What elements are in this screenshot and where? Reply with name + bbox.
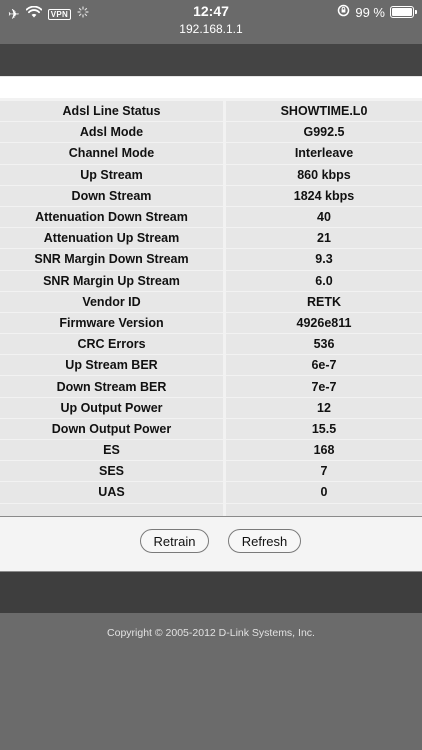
row-label: Attenuation Up Stream xyxy=(0,228,223,249)
row-value: 6e-7 xyxy=(226,355,422,376)
footer: Copyright © 2005-2012 D-Link Systems, In… xyxy=(0,613,422,750)
row-value: 7e-7 xyxy=(226,376,422,397)
row-value: G992.5 xyxy=(226,122,422,143)
button-bar: Retrain Refresh xyxy=(0,516,422,572)
battery-fill xyxy=(392,8,412,16)
table-row: Adsl Mode G992.5 xyxy=(0,122,422,143)
row-value: 15.5 xyxy=(226,418,422,439)
row-label: Channel Mode xyxy=(0,143,223,164)
table-row: Down Stream 1824 kbps xyxy=(0,185,422,206)
row-label: ES xyxy=(0,440,223,461)
table-row: Attenuation Down Stream 40 xyxy=(0,206,422,228)
row-label: Down Stream BER xyxy=(0,376,223,397)
battery-icon xyxy=(390,6,417,18)
row-label: Down Output Power xyxy=(0,418,223,439)
row-value: 4926e811 xyxy=(226,312,422,334)
row-label: Up Stream BER xyxy=(0,355,223,376)
table-row: Up Output Power 12 xyxy=(0,397,422,418)
row-label: Down Stream xyxy=(0,185,223,206)
address-url[interactable]: 192.168.1.1 xyxy=(0,22,422,36)
retrain-button[interactable]: Retrain xyxy=(140,529,209,553)
row-value: 0 xyxy=(226,482,422,503)
table-row: Firmware Version 4926e811 xyxy=(0,312,422,334)
row-value: Interleave xyxy=(226,143,422,164)
row-label: Vendor ID xyxy=(0,291,223,312)
row-label: Up Stream xyxy=(0,164,223,185)
row-value: 168 xyxy=(226,440,422,461)
row-label: Firmware Version xyxy=(0,312,223,334)
row-value: 21 xyxy=(226,228,422,249)
row-value: 860 kbps xyxy=(226,164,422,185)
table-row: Attenuation Up Stream 21 xyxy=(0,228,422,249)
table-row: Down Stream BER 7e-7 xyxy=(0,376,422,397)
status-bar: ✈ VPN 12:47 192.168.1.1 99 % xyxy=(0,0,422,44)
row-value: 6.0 xyxy=(226,270,422,291)
refresh-button[interactable]: Refresh xyxy=(228,529,301,553)
table-row: SNR Margin Down Stream 9.3 xyxy=(0,249,422,270)
battery-percent: 99 % xyxy=(355,4,385,20)
row-value: 40 xyxy=(226,206,422,228)
table-row: SES 7 xyxy=(0,461,422,482)
row-label: Adsl Mode xyxy=(0,122,223,143)
table-row: Up Stream BER 6e-7 xyxy=(0,355,422,376)
status-table-body: Adsl Line Status SHOWTIME.L0 Adsl Mode G992… xyxy=(0,101,422,524)
row-label: SES xyxy=(0,461,223,482)
row-value: RETK xyxy=(226,291,422,312)
table-row: UAS 0 xyxy=(0,482,422,503)
row-label: UAS xyxy=(0,482,223,503)
row-value: 1824 kbps xyxy=(226,185,422,206)
copyright-text: Copyright © 2005-2012 D-Link Systems, In… xyxy=(107,627,315,639)
table-row: Channel Mode Interleave xyxy=(0,143,422,164)
row-label: Adsl Line Status xyxy=(0,101,223,122)
footer-band xyxy=(0,572,422,613)
row-value: 12 xyxy=(226,397,422,418)
row-value: 9.3 xyxy=(226,249,422,270)
row-label: CRC Errors xyxy=(0,334,223,355)
row-label: SNR Margin Up Stream xyxy=(0,270,223,291)
table-row: Down Output Power 15.5 xyxy=(0,418,422,439)
row-label: SNR Margin Down Stream xyxy=(0,249,223,270)
table-row: SNR Margin Up Stream 6.0 xyxy=(0,270,422,291)
header-spacer xyxy=(0,76,422,98)
table-row: ES 168 xyxy=(0,440,422,461)
adsl-status-panel: Adsl Line Status SHOWTIME.L0 Adsl Mode G992… xyxy=(0,98,422,524)
adsl-status-table: Adsl Line Status SHOWTIME.L0 Adsl Mode G992… xyxy=(0,100,422,525)
row-label: Up Output Power xyxy=(0,397,223,418)
table-row: Adsl Line Status SHOWTIME.L0 xyxy=(0,101,422,122)
orientation-lock-icon xyxy=(337,4,350,20)
row-label: Attenuation Down Stream xyxy=(0,206,223,228)
row-value: SHOWTIME.L0 xyxy=(226,101,422,122)
table-row: Vendor ID RETK xyxy=(0,291,422,312)
table-row: Up Stream 860 kbps xyxy=(0,164,422,185)
table-row: CRC Errors 536 xyxy=(0,334,422,355)
header-band xyxy=(0,44,422,76)
row-value: 7 xyxy=(226,461,422,482)
status-right-group: 99 % xyxy=(337,4,417,20)
row-value: 536 xyxy=(226,334,422,355)
